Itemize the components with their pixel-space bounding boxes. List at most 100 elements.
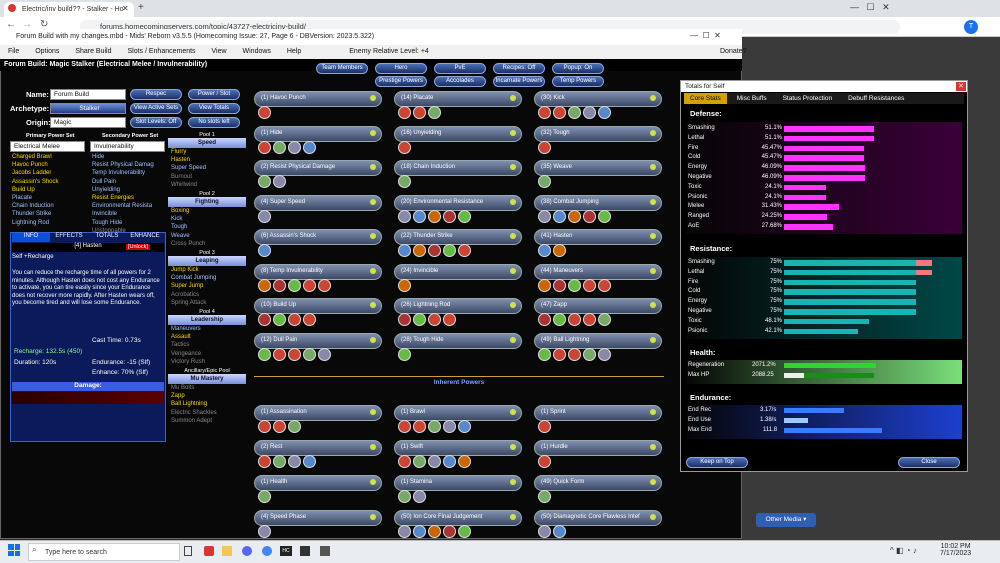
- toggle-indicator-icon[interactable]: [650, 95, 656, 101]
- pool-spring-attack[interactable]: Spring Attack: [171, 299, 246, 307]
- power-slot[interactable]: (4) Speed Phase: [254, 510, 382, 538]
- toggle-indicator-icon[interactable]: [650, 267, 656, 274]
- pool-burnout[interactable]: Burnout: [171, 173, 246, 181]
- toggle-indicator-icon[interactable]: [370, 95, 376, 101]
- name-input[interactable]: Forum Build: [50, 89, 126, 100]
- power-slot-bar[interactable]: (14) Placate: [394, 91, 522, 107]
- power-slot-bar[interactable]: (18) Chain Induction: [394, 160, 522, 176]
- power-slot[interactable]: (1) Swift: [394, 440, 522, 468]
- pool-super-speed[interactable]: Super Speed: [171, 164, 246, 172]
- toggle-indicator-icon[interactable]: [370, 233, 376, 239]
- enhancement-slot-icon[interactable]: [398, 347, 411, 361]
- power-slot-bar[interactable]: (2) Rest: [254, 440, 382, 456]
- enhancement-slot-icon[interactable]: [413, 420, 426, 433]
- toggle-indicator-icon[interactable]: [370, 514, 376, 520]
- power-slot[interactable]: (1) Stamina: [394, 475, 522, 503]
- pool-acrobatics[interactable]: Acrobatics: [171, 291, 246, 299]
- enhancement-slot-icon[interactable]: [428, 106, 441, 119]
- enhancement-slot-icon[interactable]: [258, 175, 271, 188]
- power-jacobs-ladder[interactable]: Jacobs Ladder: [12, 169, 88, 177]
- menu-options[interactable]: Options: [35, 48, 59, 55]
- toggle-indicator-icon[interactable]: [650, 129, 656, 136]
- enhancement-slot-icon[interactable]: [413, 106, 426, 119]
- power-slot-bar[interactable]: (2) Resist Physical Damage: [254, 160, 382, 176]
- toggle-indicator-icon[interactable]: [370, 302, 376, 308]
- power-slot-bar[interactable]: (1) Hurdle: [534, 440, 662, 456]
- enhancement-slot-icon[interactable]: [303, 278, 316, 292]
- power-slot-bar[interactable]: (16) Unyielding: [394, 125, 522, 142]
- enhancement-slot-icon[interactable]: [428, 525, 441, 538]
- profile-avatar[interactable]: T: [964, 20, 978, 34]
- tab-misc-buffs[interactable]: Misc Buffs: [727, 93, 777, 104]
- enhancement-slot-icon[interactable]: [318, 347, 331, 361]
- power-slot[interactable]: (49) Ball Lightning: [534, 332, 662, 361]
- enhancement-slot-icon[interactable]: [443, 244, 456, 257]
- no-slots-left-button[interactable]: No slots left: [188, 117, 240, 128]
- enhancement-slot-icon[interactable]: [443, 455, 456, 468]
- power-slot-bar[interactable]: (49) Quick Form: [534, 475, 662, 491]
- enhancement-slot-icon[interactable]: [273, 278, 286, 292]
- enhancement-slot-icon[interactable]: [398, 420, 411, 433]
- power-slot-bar[interactable]: (24) Invincible: [394, 263, 522, 280]
- power-slot[interactable]: (12) Dull Pain: [254, 332, 382, 361]
- power-slot[interactable]: (24) Invincible: [394, 263, 522, 292]
- power-slot-bar[interactable]: (4) Super Speed: [254, 194, 382, 211]
- power-slot[interactable]: (18) Chain Induction: [394, 160, 522, 188]
- enhancement-slot-icon[interactable]: [413, 209, 426, 223]
- power-slot-bar[interactable]: (30) Kick: [534, 91, 662, 107]
- power-slot-bar[interactable]: (50) Ion Core Final Judgement: [394, 510, 522, 526]
- power-dull-pain[interactable]: Dull Pain: [92, 178, 168, 186]
- hc-icon[interactable]: HC: [280, 546, 292, 556]
- toggle-indicator-icon[interactable]: [510, 233, 516, 239]
- power-slot[interactable]: (26) Lightning Rod: [394, 298, 522, 326]
- toggle-indicator-icon[interactable]: [370, 444, 376, 450]
- enhancement-slot-icon[interactable]: [553, 525, 566, 538]
- view-active-sets-button[interactable]: View Active Sets: [130, 103, 182, 114]
- tab-info[interactable]: INFO: [12, 233, 50, 242]
- toggle-indicator-icon[interactable]: [510, 164, 516, 170]
- close-button[interactable]: Close: [898, 457, 960, 468]
- toggle-indicator-icon[interactable]: [650, 409, 656, 415]
- pool-tactics[interactable]: Tactics: [171, 341, 246, 349]
- enhancement-slot-icon[interactable]: [258, 455, 271, 468]
- enhancement-slot-icon[interactable]: [288, 455, 301, 468]
- enhancement-slot-icon[interactable]: [413, 525, 426, 538]
- tab-effects[interactable]: EFFECTS: [50, 233, 88, 242]
- power-slot-bar[interactable]: (50) Diamagnetic Core Flawless Intef: [534, 510, 662, 526]
- pool1-select[interactable]: Speed: [168, 138, 246, 148]
- power-slot[interactable]: (1) Brawl: [394, 405, 522, 433]
- tab-debuff-resistances[interactable]: Debuff Resistances: [838, 93, 914, 104]
- view-totals-button[interactable]: View Totals: [188, 103, 240, 114]
- power-slot-bar[interactable]: (1) Sprint: [534, 405, 662, 421]
- power-slot[interactable]: (2) Rest: [254, 440, 382, 468]
- power-slot-bar[interactable]: (6) Assassin's Shock: [254, 229, 382, 245]
- power-slot[interactable]: (1) Hurdle: [534, 440, 662, 468]
- enhancement-slot-icon[interactable]: [598, 278, 611, 292]
- window-controls[interactable]: — ☐ ✕: [850, 2, 890, 13]
- pool4-select[interactable]: Leadership: [168, 315, 246, 326]
- enhancement-slot-icon[interactable]: [273, 140, 286, 154]
- enemy-level-select[interactable]: Enemy Relative Level: +4: [349, 48, 429, 55]
- power-slot[interactable]: (6) Assassin's Shock: [254, 229, 382, 257]
- enhancement-slot-icon[interactable]: [273, 313, 286, 326]
- power-slot[interactable]: (22) Thunder Strike: [394, 229, 522, 257]
- taskbar-search[interactable]: Type here to search: [28, 543, 180, 561]
- power-slot-bar[interactable]: (26) Lightning Rod: [394, 298, 522, 314]
- enhancement-slot-icon[interactable]: [273, 420, 286, 433]
- power-slot-bar[interactable]: (1) Havoc Punch: [254, 91, 382, 107]
- tab-enhance[interactable]: ENHANCE: [126, 233, 164, 242]
- tab-core-stats[interactable]: Core Stats: [684, 93, 727, 104]
- power-slot[interactable]: (50) Ion Core Final Judgement: [394, 510, 522, 538]
- power-assassins-shock[interactable]: Assassin's Shock: [12, 178, 88, 186]
- toggle-indicator-icon[interactable]: [370, 129, 376, 136]
- power-slot[interactable]: (30) Kick: [534, 91, 662, 119]
- enhancement-slot-icon[interactable]: [583, 278, 596, 292]
- enhancement-slot-icon[interactable]: [583, 313, 596, 326]
- toggle-indicator-icon[interactable]: [370, 336, 376, 343]
- task-view-icon[interactable]: [184, 546, 192, 556]
- close-tab-icon[interactable]: ✕: [122, 4, 129, 13]
- toggle-indicator-icon[interactable]: [650, 336, 656, 343]
- file-explorer-icon[interactable]: [222, 546, 232, 556]
- enhancement-slot-icon[interactable]: [303, 140, 316, 154]
- enhancement-slot-icon[interactable]: [398, 209, 411, 223]
